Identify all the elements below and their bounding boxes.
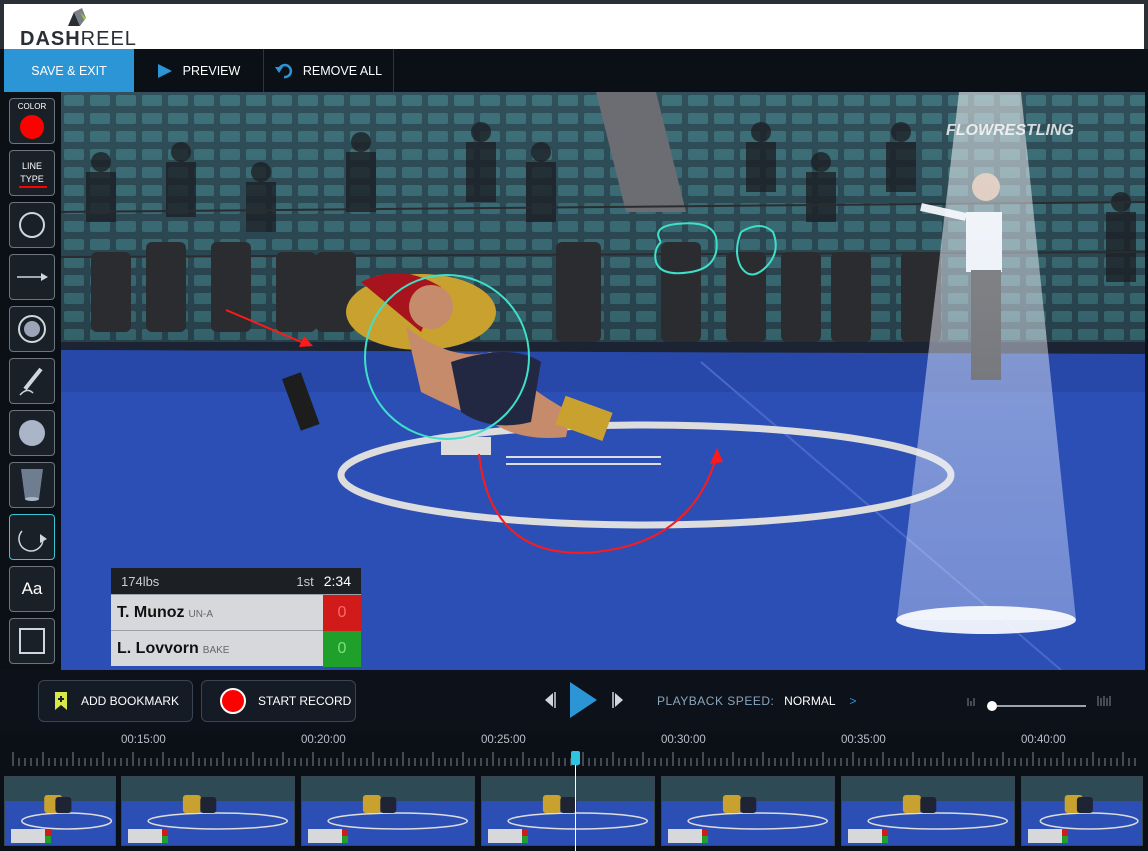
wrestler-score: 0 xyxy=(323,594,361,631)
bookmark-icon xyxy=(55,692,67,710)
thumbnail-image xyxy=(482,777,654,845)
spotlight-icon xyxy=(18,315,46,343)
add-bookmark-label: ADD BOOKMARK xyxy=(81,694,180,708)
play-icon xyxy=(157,63,172,78)
scoreboard-header: 174lbs 1st 2:34 xyxy=(111,568,361,594)
curved-arrow-icon xyxy=(18,530,47,552)
timeline-thumbnail[interactable] xyxy=(481,776,655,846)
match-clock: 2:34 xyxy=(323,573,351,589)
thumbnail-image xyxy=(662,777,834,845)
circle-outline-icon xyxy=(19,212,45,238)
timeline-thumbnail[interactable] xyxy=(841,776,1015,846)
color-picker-button[interactable]: COLOR xyxy=(9,98,55,144)
playhead-handle[interactable] xyxy=(571,751,580,765)
cone-icon xyxy=(21,469,43,501)
zoom-handle[interactable] xyxy=(987,701,997,711)
logo: DASHREEL xyxy=(20,8,136,50)
timeline-label: 00:25:00 xyxy=(481,734,526,746)
timeline-thumbnail[interactable] xyxy=(301,776,475,846)
pencil-icon xyxy=(19,367,43,396)
timeline-label: 00:35:00 xyxy=(841,734,886,746)
arrow-tool-button[interactable] xyxy=(9,254,55,300)
text-tool-button[interactable]: Aa xyxy=(9,566,55,612)
transport-controls xyxy=(544,678,628,722)
header: DASHREEL xyxy=(0,0,1148,50)
line-sample xyxy=(19,186,47,188)
color-label: COLOR xyxy=(17,102,47,111)
thumbnail-strip xyxy=(0,776,1148,847)
timeline-thumbnail[interactable] xyxy=(4,776,116,846)
thumbnail-image xyxy=(5,777,115,845)
playback-speed-value: NORMAL xyxy=(784,694,836,708)
thumbnail-image xyxy=(842,777,1014,845)
timeline[interactable]: 00:15:00 00:20:00 00:25:00 00:30:00 00:3… xyxy=(0,732,1148,851)
timeline-label: 00:20:00 xyxy=(301,734,346,746)
remove-all-button[interactable]: REMOVE ALL xyxy=(264,49,394,92)
circle-tool-button[interactable] xyxy=(9,202,55,248)
thumbnail-image xyxy=(1022,777,1142,845)
zoom-slider[interactable] xyxy=(966,692,1116,712)
line-type-label-type: TYPE xyxy=(20,174,44,184)
arrow-right-icon xyxy=(17,273,48,281)
wrestler-name: T. Munoz UN-A xyxy=(117,603,213,621)
scoreboard: 174lbs 1st 2:34 T. Munoz UN-A 0 L. Lovvor… xyxy=(111,568,361,668)
zoom-out-icon xyxy=(967,698,975,706)
wrestler-team: UN-A xyxy=(188,608,213,620)
pencil-tool-button[interactable] xyxy=(9,358,55,404)
record-icon xyxy=(220,688,246,714)
play-button[interactable] xyxy=(570,682,597,718)
drawing-tools-panel: COLOR LINE TYPE Aa xyxy=(4,92,60,670)
spotlight-base-annotation[interactable] xyxy=(896,606,1076,634)
square-outline-icon xyxy=(19,628,45,654)
playback-speed[interactable]: PLAYBACK SPEED: NORMAL > xyxy=(657,694,857,708)
cone-tool-button[interactable] xyxy=(9,462,55,508)
playback-speed-label: PLAYBACK SPEED: xyxy=(657,694,775,708)
timeline-label: 00:15:00 xyxy=(121,734,166,746)
line-type-button[interactable]: LINE TYPE xyxy=(9,150,55,196)
wrestler-name: L. Lovvorn BAKE xyxy=(117,639,230,657)
wrestler-score: 0 xyxy=(323,630,361,667)
add-bookmark-button[interactable]: ADD BOOKMARK xyxy=(38,680,193,722)
text-tool-label: Aa xyxy=(21,579,43,598)
timeline-thumbnail[interactable] xyxy=(1021,776,1143,846)
step-forward-icon[interactable] xyxy=(612,692,623,708)
toolbar: SAVE & EXIT PREVIEW REMOVE ALL xyxy=(0,49,1148,92)
spotlight-tool-button[interactable] xyxy=(9,306,55,352)
save-exit-label: SAVE & EXIT xyxy=(31,63,107,78)
scoreboard-row: L. Lovvorn BAKE 0 xyxy=(111,630,361,667)
thumbnail-image xyxy=(302,777,474,845)
start-record-label: START RECORD xyxy=(258,694,352,708)
playback-controls: ADD BOOKMARK START RECORD PLAYBACK SPEED… xyxy=(0,670,1148,732)
filled-circle-tool-button[interactable] xyxy=(9,410,55,456)
color-swatch xyxy=(20,115,44,139)
playhead-line xyxy=(575,754,576,851)
undo-icon xyxy=(274,63,293,78)
weight-class: 174lbs xyxy=(121,573,160,589)
line-type-label-line: LINE xyxy=(21,161,42,171)
timeline-label: 00:40:00 xyxy=(1021,734,1066,746)
scoreboard-row: T. Munoz UN-A 0 xyxy=(111,594,361,631)
timeline-thumbnail[interactable] xyxy=(661,776,835,846)
wrestler-team: BAKE xyxy=(202,644,230,656)
timeline-thumbnail[interactable] xyxy=(121,776,295,846)
step-back-icon[interactable] xyxy=(545,692,556,708)
preview-label: PREVIEW xyxy=(182,63,241,78)
save-exit-button[interactable]: SAVE & EXIT xyxy=(4,49,134,92)
curved-arrow-tool-button[interactable] xyxy=(9,514,55,560)
chevron-right-icon[interactable]: > xyxy=(849,694,857,708)
preview-button[interactable]: PREVIEW xyxy=(134,49,264,92)
logo-wordmark: DASHREEL xyxy=(20,28,137,50)
logo-icon xyxy=(68,8,86,26)
filled-circle-icon xyxy=(19,420,45,446)
app-window: DASHREEL SAVE & EXIT PREVIEW REMOVE ALL … xyxy=(0,0,1148,851)
rectangle-tool-button[interactable] xyxy=(9,618,55,664)
video-canvas[interactable]: FLOWRESTLING 174lbs 1st 2:34 T. MunozU xyxy=(61,92,1145,670)
timeline-label: 00:30:00 xyxy=(661,734,706,746)
start-record-button[interactable]: START RECORD xyxy=(201,680,356,722)
remove-all-label: REMOVE ALL xyxy=(302,63,383,78)
period: 1st xyxy=(296,573,314,589)
thumbnail-image xyxy=(122,777,294,845)
zoom-in-icon xyxy=(1097,696,1111,706)
